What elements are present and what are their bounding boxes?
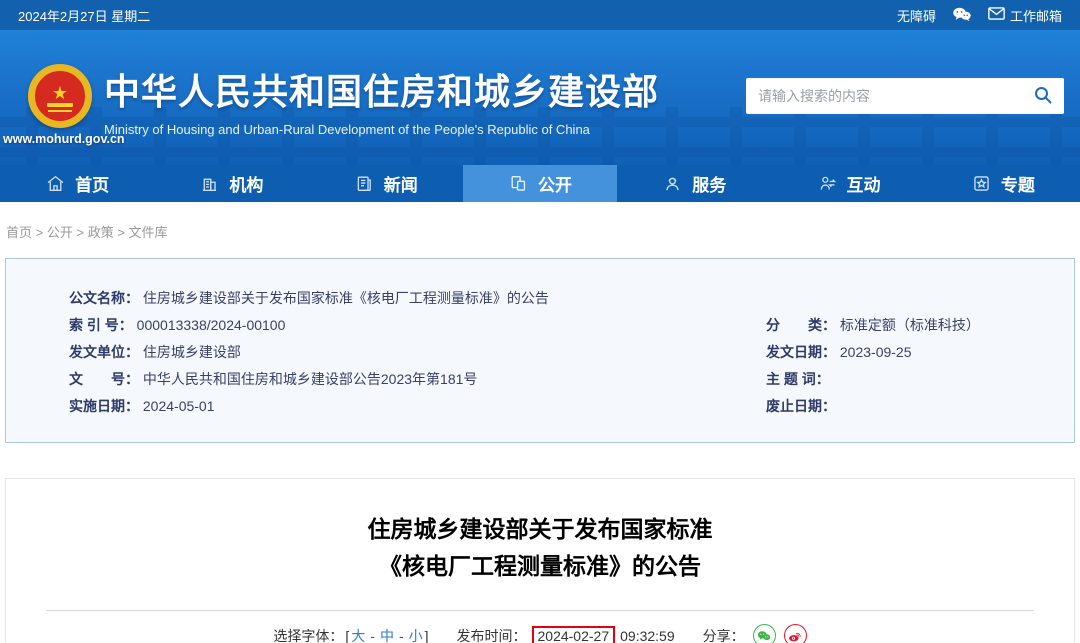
breadcrumb-policy[interactable]: 政策	[88, 225, 114, 240]
building-icon	[199, 173, 220, 194]
service-person-icon	[662, 173, 683, 194]
article-title: 住房城乡建设部关于发布国家标准 《核电厂工程测量标准》的公告	[46, 511, 1034, 585]
share-weibo-icon[interactable]	[784, 624, 807, 643]
nav-item-home[interactable]: 首页	[0, 165, 154, 202]
accessibility-link[interactable]: 无障碍	[897, 6, 936, 25]
nav-item-org[interactable]: 机构	[154, 165, 308, 202]
topbar: 2024年2月27日 星期二 无障碍 工作邮箱	[0, 0, 1080, 30]
doc-info-box: 公文名称： 住房城乡建设部关于发布国家标准《核电厂工程测量标准》的公告 索 引 …	[5, 258, 1075, 443]
doc-subject-row: 主 题 词：	[703, 366, 1074, 393]
font-size-large[interactable]: 大	[351, 626, 365, 643]
doc-abolish-row: 废止日期：	[703, 393, 1074, 420]
site-title-en: Ministry of Housing and Urban-Rural Deve…	[104, 122, 659, 137]
share-wechat-icon[interactable]	[753, 624, 776, 643]
breadcrumb: 首页 > 公开 > 政策 > 文件库	[6, 222, 1080, 238]
font-size-selector: 选择字体：[大-中-小]	[273, 626, 428, 643]
wechat-icon[interactable]	[952, 6, 972, 25]
doc-index-row: 索 引 号： 000013338/2024-00100	[6, 312, 703, 339]
share-group: 分享：	[703, 624, 807, 643]
font-size-small[interactable]: 小	[409, 626, 423, 643]
title-divider	[46, 610, 1034, 611]
publish-time: 发布时间：2024-02-2709:32:59	[457, 626, 675, 643]
main-nav: 首页 机构 新闻 公开	[0, 165, 1080, 202]
font-size-medium[interactable]: 中	[380, 626, 394, 643]
interaction-icon	[817, 173, 838, 194]
nav-item-topics[interactable]: 专题	[926, 165, 1080, 202]
documents-icon	[508, 173, 529, 194]
breadcrumb-library[interactable]: 文件库	[129, 225, 168, 240]
star-square-icon	[971, 173, 992, 194]
doc-issue-date-row: 发文日期： 2023-09-25	[703, 339, 1074, 366]
breadcrumb-open[interactable]: 公开	[47, 225, 73, 240]
search-input[interactable]	[746, 88, 1022, 104]
breadcrumb-home[interactable]: 首页	[6, 225, 32, 240]
date-text: 2024年2月27日 星期二	[18, 6, 150, 25]
doc-category-row: 分 类： 标准定额（标准科技）	[703, 312, 1074, 339]
publish-date-highlighted: 2024-02-27	[532, 626, 616, 643]
home-icon	[45, 173, 66, 194]
search-icon	[1033, 85, 1053, 108]
site-header: ★ www.mohurd.gov.cn 中华人民共和国住房和城乡建设部 Mini…	[0, 30, 1080, 165]
doc-issuer-row: 发文单位： 住房城乡建设部	[6, 339, 703, 366]
nav-item-service[interactable]: 服务	[617, 165, 771, 202]
site-title: 中华人民共和国住房和城乡建设部	[104, 63, 659, 115]
doc-name-row: 公文名称： 住房城乡建设部关于发布国家标准《核电厂工程测量标准》的公告	[6, 285, 1074, 312]
article-meta: 选择字体：[大-中-小] 发布时间：2024-02-2709:32:59 分享：	[6, 624, 1074, 643]
nav-item-interact[interactable]: 互动	[771, 165, 925, 202]
search-button[interactable]	[1022, 78, 1064, 114]
mailbox-link[interactable]: 工作邮箱	[988, 6, 1062, 25]
national-emblem: ★	[28, 64, 92, 128]
doc-impl-date-row: 实施日期： 2024-05-01	[6, 393, 703, 420]
article-box: 住房城乡建设部关于发布国家标准 《核电厂工程测量标准》的公告 选择字体：[大-中…	[5, 478, 1075, 643]
nav-item-news[interactable]: 新闻	[309, 165, 463, 202]
envelope-icon	[988, 7, 1005, 23]
search-box	[746, 78, 1064, 114]
doc-number-row: 文 号： 中华人民共和国住房和城乡建设部公告2023年第181号	[6, 366, 703, 393]
news-icon	[354, 173, 375, 194]
nav-item-open[interactable]: 公开	[463, 165, 617, 202]
mailbox-label: 工作邮箱	[1010, 6, 1062, 25]
